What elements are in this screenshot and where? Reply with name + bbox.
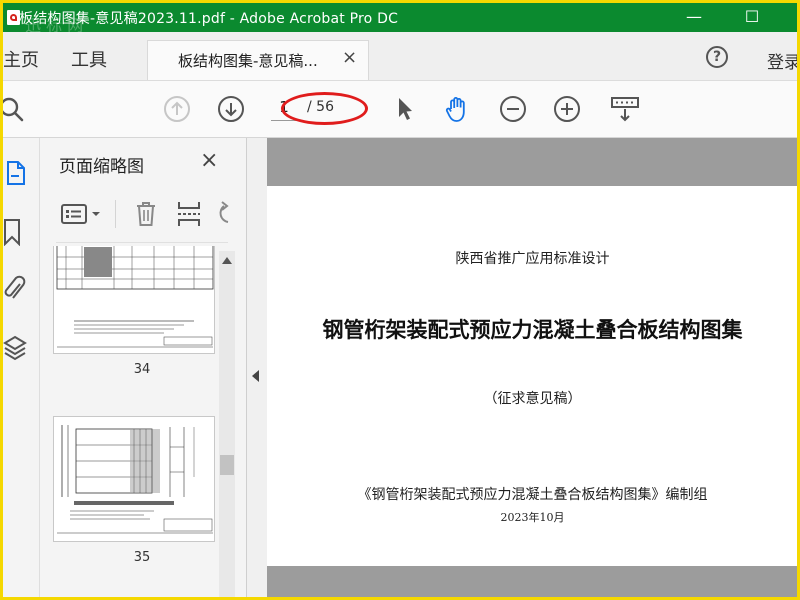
pages-icon[interactable] bbox=[5, 160, 27, 186]
insert-page-icon[interactable] bbox=[176, 200, 202, 228]
title-bar: 板结构图集-意见稿2023.11.pdf - Adobe Acrobat Pro… bbox=[3, 3, 797, 35]
page-up-icon[interactable] bbox=[163, 95, 191, 123]
delete-icon[interactable] bbox=[134, 200, 158, 228]
rotate-icon[interactable] bbox=[214, 200, 230, 228]
minimize-button[interactable]: — bbox=[671, 3, 717, 32]
toolbar-divider bbox=[115, 200, 116, 228]
page-main-title: 钢管桁架装配式预应力混凝土叠合板结构图集 bbox=[322, 318, 743, 342]
thumbnail-label-35: 35 bbox=[133, 550, 151, 565]
pdf-page: 陕西省推广应用标准设计 钢管桁架装配式预应力混凝土叠合板结构图集 （征求意见稿）… bbox=[267, 186, 797, 566]
zoom-out-icon[interactable] bbox=[499, 95, 527, 123]
help-icon[interactable]: ? bbox=[706, 46, 728, 68]
thumbnail-label-34: 34 bbox=[133, 362, 151, 377]
page-thumbnails-panel: 页面缩略图 × 34 35 bbox=[40, 138, 242, 597]
page-thumbnail-34[interactable] bbox=[53, 246, 215, 354]
page-thumbnail-35[interactable] bbox=[53, 416, 215, 542]
scroll-up-arrow-icon[interactable] bbox=[222, 257, 232, 264]
tab-document[interactable]: 板结构图集-意见稿... × bbox=[147, 40, 369, 80]
bookmark-icon[interactable] bbox=[3, 218, 23, 246]
layers-icon[interactable] bbox=[3, 334, 27, 362]
thumbnail-list: 34 35 bbox=[40, 246, 222, 597]
document-viewer: 陕西省推广应用标准设计 钢管桁架装配式预应力混凝土叠合板结构图集 （征求意见稿）… bbox=[246, 138, 797, 597]
panel-toolbar-divider bbox=[56, 242, 228, 243]
page-line-series: 陕西省推广应用标准设计 bbox=[455, 251, 610, 267]
thumbnail-35-drawing bbox=[57, 425, 213, 534]
search-icon[interactable] bbox=[3, 95, 25, 123]
acrobat-window: 板结构图集-意见稿2023.11.pdf - Adobe Acrobat Pro… bbox=[3, 3, 797, 597]
scrollbar-thumb[interactable] bbox=[220, 455, 234, 475]
attachment-icon[interactable] bbox=[3, 274, 27, 304]
maximize-button[interactable]: ☐ bbox=[729, 3, 775, 32]
navigation-rail bbox=[3, 138, 40, 597]
main-toolbar: 1 / 56 bbox=[3, 81, 797, 138]
tab-home[interactable]: 主页 bbox=[3, 46, 39, 72]
page-date: 2023年10月 bbox=[500, 511, 565, 524]
select-arrow-icon[interactable] bbox=[391, 95, 419, 123]
hand-icon[interactable] bbox=[443, 95, 471, 123]
tab-tools[interactable]: 工具 bbox=[71, 46, 107, 72]
thumbnail-scrollbar[interactable] bbox=[219, 251, 235, 597]
annotation-ellipse bbox=[281, 92, 368, 125]
panel-title: 页面缩略图 bbox=[59, 157, 144, 177]
tab-bar: 主页 工具 板结构图集-意见稿... × ? 登录 bbox=[3, 32, 797, 81]
viewer-gutter bbox=[247, 138, 267, 597]
tab-document-label: 板结构图集-意见稿... bbox=[178, 52, 318, 70]
collapse-panel-icon[interactable] bbox=[252, 370, 259, 382]
scroll-mode-icon[interactable] bbox=[609, 95, 641, 123]
login-button[interactable]: 登录 bbox=[767, 48, 797, 73]
panel-close-button[interactable]: × bbox=[200, 148, 218, 173]
options-icon[interactable] bbox=[60, 202, 104, 226]
page-down-icon[interactable] bbox=[217, 95, 245, 123]
thumbnail-34-drawing bbox=[56, 246, 214, 348]
zoom-in-icon[interactable] bbox=[553, 95, 581, 123]
page-draft-label: （征求意见稿） bbox=[483, 391, 582, 407]
page-editor-group: 《钢管桁架装配式预应力混凝土叠合板结构图集》编制组 bbox=[357, 487, 708, 503]
tab-close-button[interactable]: × bbox=[342, 47, 357, 68]
